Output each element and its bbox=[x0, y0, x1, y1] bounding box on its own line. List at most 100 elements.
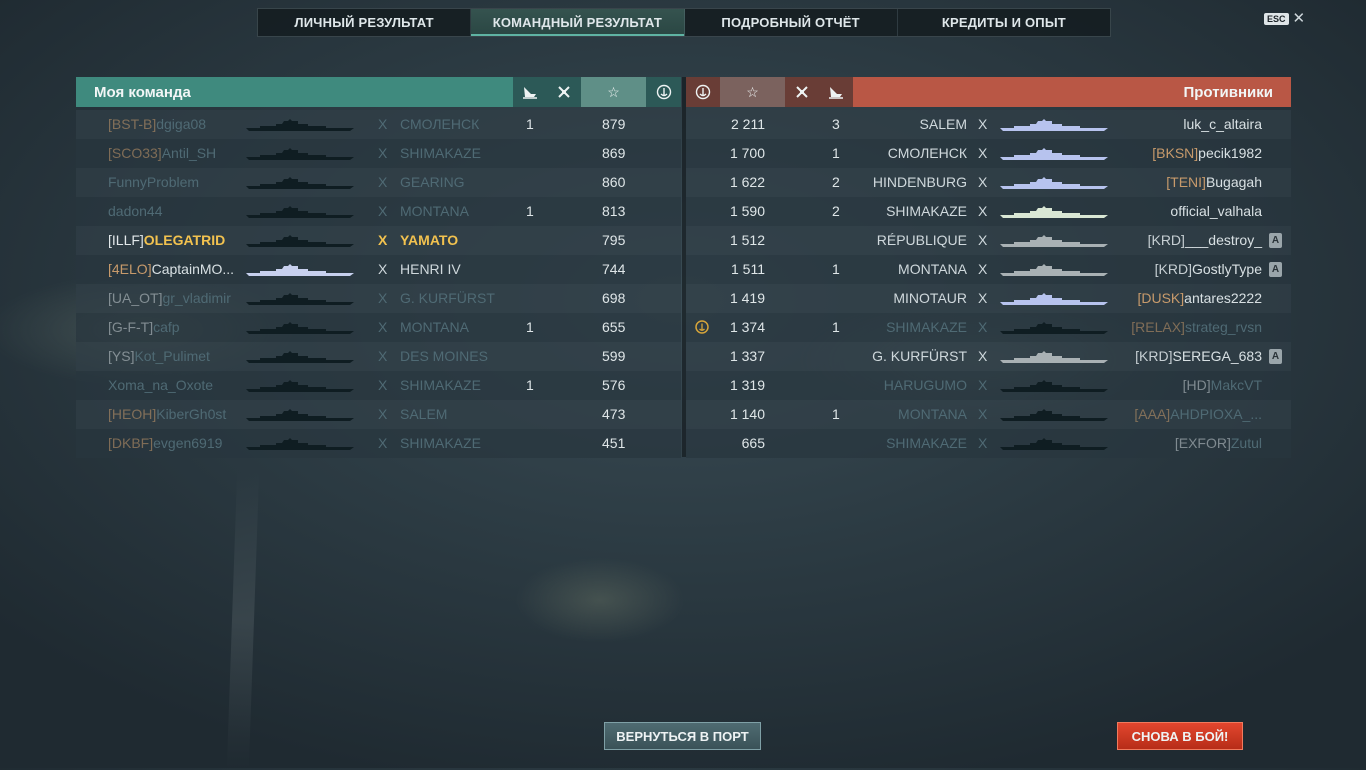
base-xp-score: 576 bbox=[602, 377, 626, 393]
kills-count: 1 bbox=[526, 203, 534, 219]
kills-count: 1 bbox=[832, 319, 840, 335]
player-name: dgiga08 bbox=[156, 116, 207, 132]
tab-credits-xp[interactable]: КРЕДИТЫ И ОПЫТ bbox=[898, 9, 1110, 36]
player-name-cell: [BST-B]dgiga08 bbox=[108, 110, 206, 139]
base-xp-score: 2 211 bbox=[731, 116, 765, 132]
player-name-cell: [HD]MakcVT bbox=[1183, 371, 1262, 400]
base-xp-score: 1 140 bbox=[729, 406, 765, 422]
kills-count: 1 bbox=[832, 406, 840, 422]
team-row[interactable]: [HEOH]KiberGh0st X SALEM 473 bbox=[76, 400, 681, 429]
tab-personal-result[interactable]: ЛИЧНЫЙ РЕЗУЛЬТАТ bbox=[258, 9, 472, 36]
base-xp-score: 860 bbox=[602, 174, 626, 190]
anchor-medal-icon bbox=[686, 77, 720, 107]
team-row[interactable]: [4ELO]CaptainMO... X HENRI IV 744 bbox=[76, 255, 681, 284]
ship-tier: X bbox=[378, 348, 388, 364]
ship-tier: X bbox=[378, 261, 388, 277]
enemy-row[interactable]: 1 419 MINOTAUR X [DUSK]antares2222 bbox=[686, 284, 1291, 313]
clan-tag: [ILLF] bbox=[108, 232, 144, 248]
enemy-row[interactable]: 1 700 1 СМОЛЕНСК X [BKSN]pecik1982 bbox=[686, 139, 1291, 168]
team-row[interactable]: [UA_OT]gr_vladimir X G. KURFÜRST 698 bbox=[76, 284, 681, 313]
ship-tier: X bbox=[978, 377, 988, 393]
team-row[interactable]: FunnyProblem X GEARING 860 bbox=[76, 168, 681, 197]
esc-key-label: ESC bbox=[1264, 12, 1289, 25]
enemy-row[interactable]: 1 622 2 HINDENBURG X [TENI]Bugagah bbox=[686, 168, 1291, 197]
enemy-row[interactable]: 1 590 2 SHIMAKAZE Xofficial_valhala bbox=[686, 197, 1291, 226]
kills-count: 3 bbox=[832, 116, 840, 132]
player-name: GostlyType bbox=[1191, 261, 1262, 277]
ship-name: MONTANA bbox=[898, 261, 967, 277]
team-row[interactable]: [SCO33]Antil_SH X SHIMAKAZE 869 bbox=[76, 139, 681, 168]
player-name: KiberGh0st bbox=[156, 406, 227, 422]
player-name: Antil_SH bbox=[161, 145, 217, 161]
battle-again-button[interactable]: СНОВА В БОЙ! bbox=[1117, 722, 1243, 750]
ship-tier: X bbox=[978, 232, 988, 248]
enemy-row[interactable]: 1 319 HARUGUMO X [HD]MakcVT bbox=[686, 371, 1291, 400]
close-icon: ✕ bbox=[1292, 10, 1306, 27]
result-tabs: ЛИЧНЫЙ РЕЗУЛЬТАТ КОМАНДНЫЙ РЕЗУЛЬТАТ ПОД… bbox=[257, 8, 1111, 37]
clan-tag: [KRD] bbox=[1154, 261, 1192, 277]
clan-tag: [G-F-T] bbox=[108, 319, 154, 335]
my-team-header: Моя команда ☆ bbox=[76, 77, 681, 107]
star-icon: ☆ bbox=[720, 77, 785, 107]
player-name-cell: [BKSN]pecik1982 bbox=[1152, 139, 1262, 168]
ship-tier: X bbox=[378, 290, 388, 306]
player-name-cell: Xoma_na_Oxote bbox=[108, 371, 213, 400]
player-name-cell: FunnyProblem bbox=[108, 168, 199, 197]
my-team-title: Моя команда bbox=[94, 83, 191, 101]
ship-silhouette bbox=[246, 234, 354, 248]
player-name-cell: [TENI]Bugagah bbox=[1166, 168, 1262, 197]
division-badge: A bbox=[1269, 349, 1282, 364]
enemy-row[interactable]: 1 337 G. KURFÜRST X [KRD]SEREGA_683 A bbox=[686, 342, 1291, 371]
ship-name: SHIMAKAZE bbox=[886, 435, 967, 451]
player-name: antares2222 bbox=[1184, 290, 1262, 306]
base-xp-score: 1 512 bbox=[729, 232, 765, 248]
ship-silhouette bbox=[1000, 176, 1108, 190]
enemy-row[interactable]: 665 SHIMAKAZE X [EXFOR]Zutul bbox=[686, 429, 1291, 458]
enemy-row[interactable]: 1 511 1 MONTANA X [KRD]GostlyType A bbox=[686, 255, 1291, 284]
team-row[interactable]: dadon44 X MONTANA 1 813 bbox=[76, 197, 681, 226]
clan-tag: [HEOH] bbox=[108, 406, 157, 422]
clan-tag: [EXFOR] bbox=[1174, 435, 1231, 451]
player-name: OLEGATRID bbox=[143, 232, 226, 248]
player-name: pecik1982 bbox=[1198, 145, 1262, 161]
base-xp-score: 1 337 bbox=[729, 348, 765, 364]
base-xp-score: 599 bbox=[602, 348, 626, 364]
enemy-row[interactable]: 1 140 1 MONTANA X [AAA]AHDPIOXA_... bbox=[686, 400, 1291, 429]
ship-name: SHIMAKAZE bbox=[886, 203, 967, 219]
player-name: cafp bbox=[153, 319, 180, 335]
player-name-cell: [DKBF]evgen6919 bbox=[108, 429, 222, 458]
tab-detailed-report[interactable]: ПОДРОБНЫЙ ОТЧЁТ bbox=[685, 9, 898, 36]
ship-tier: X bbox=[378, 145, 388, 161]
ship-tier: X bbox=[978, 116, 988, 132]
base-xp-score: 1 590 bbox=[729, 203, 765, 219]
return-to-port-button[interactable]: ВЕРНУТЬСЯ В ПОРТ bbox=[604, 722, 761, 750]
player-name-cell: [KRD]GostlyType bbox=[1155, 255, 1262, 284]
team-row[interactable]: [DKBF]evgen6919 X SHIMAKAZE 451 bbox=[76, 429, 681, 458]
close-button[interactable]: ESC ✕ bbox=[1264, 11, 1305, 26]
tab-team-result[interactable]: КОМАНДНЫЙ РЕЗУЛЬТАТ bbox=[471, 9, 685, 36]
enemy-row[interactable]: 1 374 1 SHIMAKAZE X [RELAX]strateg_rvsn bbox=[686, 313, 1291, 342]
ship-tier: X bbox=[378, 377, 388, 393]
clan-tag: [BKSN] bbox=[1152, 145, 1199, 161]
player-name: Xoma_na_Oxote bbox=[108, 377, 214, 393]
enemy-row[interactable]: 2 211 3 SALEM Xluk_c_altaira bbox=[686, 110, 1291, 139]
team-row[interactable]: [BST-B]dgiga08 X СМОЛЕНСК 1 879 bbox=[76, 110, 681, 139]
player-name-cell: [YS]Kot_Pulimet bbox=[108, 342, 210, 371]
base-xp-score: 665 bbox=[741, 435, 765, 451]
ship-name: G. KURFÜRST bbox=[872, 348, 967, 364]
team-row[interactable]: [G-F-T]cafp X MONTANA 1 655 bbox=[76, 313, 681, 342]
ship-tier: X bbox=[978, 261, 988, 277]
team-row[interactable]: [ILLF]OLEGATRID X YAMATO 795 bbox=[76, 226, 681, 255]
clan-tag: [YS] bbox=[108, 348, 135, 364]
enemy-row[interactable]: 1 512 RÉPUBLIQUE X [KRD]___destroy_ A bbox=[686, 226, 1291, 255]
player-name-cell: [RELAX]strateg_rvsn bbox=[1131, 313, 1262, 342]
ship-name: HARUGUMO bbox=[883, 377, 967, 393]
clan-tag: [DUSK] bbox=[1137, 290, 1185, 306]
kills-count: 2 bbox=[832, 174, 840, 190]
player-name: Bugagah bbox=[1205, 174, 1262, 190]
ship-name: G. KURFÜRST bbox=[400, 290, 495, 306]
team-row[interactable]: [YS]Kot_Pulimet X DES MOINES 599 bbox=[76, 342, 681, 371]
ship-tier: X bbox=[978, 406, 988, 422]
player-name-cell: [KRD]SEREGA_683 bbox=[1135, 342, 1262, 371]
team-row[interactable]: Xoma_na_Oxote X SHIMAKAZE 1 576 bbox=[76, 371, 681, 400]
